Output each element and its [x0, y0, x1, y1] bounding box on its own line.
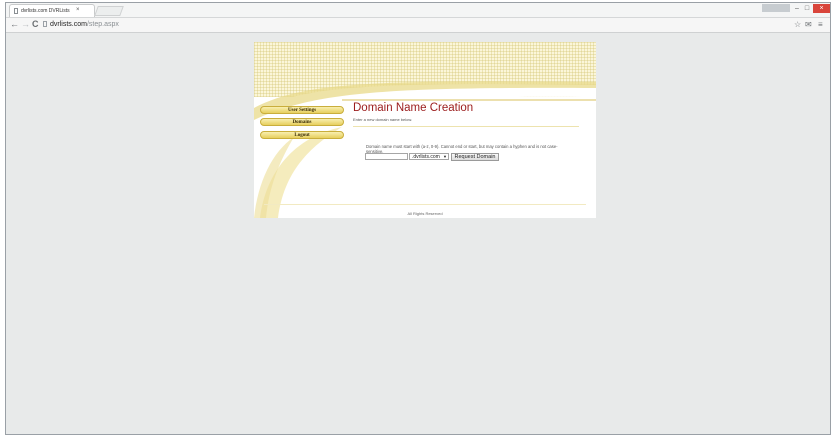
dropdown-arrow-icon: ▼ [443, 154, 447, 159]
address-bar[interactable]: dvrlists.com/step.aspx [50, 20, 119, 29]
page-subtitle: Enter a new domain name below. [353, 117, 413, 122]
tab-title: dvrlists.com DVRLists [21, 8, 70, 14]
menu-icon[interactable]: ≡ [818, 20, 823, 29]
page-icon [43, 21, 47, 27]
url-path: /step.aspx [86, 21, 119, 28]
footer-divider [264, 204, 586, 205]
domain-suffix-value: .dvrlists.com [412, 154, 440, 160]
browser-tab[interactable]: dvrlists.com DVRLists × [9, 4, 95, 17]
minimize-button[interactable]: – [792, 4, 802, 13]
page-icon [14, 8, 18, 14]
maximize-button[interactable]: □ [802, 4, 812, 13]
profile-button[interactable] [762, 4, 790, 12]
mail-icon[interactable]: ✉ [805, 20, 812, 29]
page-content: User Settings Domains Logout Domain Name… [254, 42, 596, 218]
browser-toolbar: ← → C dvrlists.com/step.aspx ☆ ✉ ≡ [6, 18, 830, 33]
domain-name-input[interactable] [365, 153, 408, 160]
forward-icon[interactable]: → [21, 19, 30, 30]
bookmark-star-icon[interactable]: ☆ [794, 20, 801, 29]
request-domain-button[interactable]: Request Domain [451, 153, 499, 161]
back-icon[interactable]: ← [10, 19, 19, 30]
sidebar-item-logout[interactable]: Logout [260, 131, 344, 139]
close-tab-icon[interactable]: × [76, 7, 80, 13]
sidebar-item-user-settings[interactable]: User Settings [260, 106, 344, 114]
sidebar-item-domains[interactable]: Domains [260, 118, 344, 126]
footer-text: All Rights Reserved [407, 211, 443, 216]
url-host: dvrlists.com [50, 21, 87, 28]
sidebar-nav: User Settings Domains Logout [254, 102, 349, 212]
browser-window: dvrlists.com DVRLists × – □ × ← → C dvrl… [5, 2, 831, 435]
divider [353, 126, 579, 127]
close-window-button[interactable]: × [813, 4, 830, 13]
page-title: Domain Name Creation [353, 102, 474, 114]
domain-suffix-select[interactable]: .dvrlists.com ▼ [409, 153, 449, 160]
reload-icon[interactable]: C [32, 19, 39, 30]
tab-strip: dvrlists.com DVRLists × – □ × [6, 3, 830, 18]
new-tab-button[interactable] [94, 6, 124, 16]
